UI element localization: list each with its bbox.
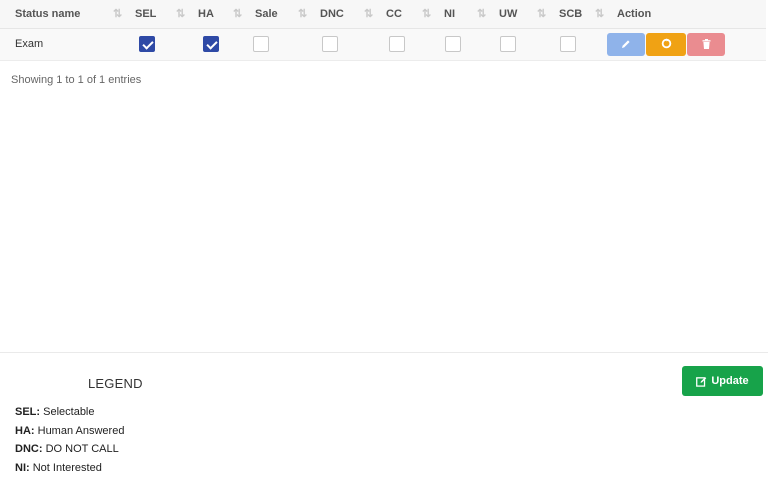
uw-checkbox[interactable] bbox=[500, 36, 516, 52]
table-info-text: Showing 1 to 1 of 1 entries bbox=[11, 74, 141, 86]
section-divider bbox=[0, 352, 768, 353]
column-header-action: ⇅ Action bbox=[595, 0, 766, 28]
update-button[interactable]: Update bbox=[682, 366, 763, 396]
table-header-row: Status name ⇅ SEL ⇅ HA ⇅ Sale ⇅ DNC ⇅ CC bbox=[0, 0, 766, 28]
column-header-label: SCB bbox=[559, 8, 582, 20]
column-header-sel[interactable]: ⇅ SEL bbox=[113, 0, 176, 28]
column-header-sale[interactable]: ⇅ Sale bbox=[233, 0, 298, 28]
pencil-icon bbox=[621, 39, 631, 49]
edit-icon bbox=[696, 376, 707, 387]
column-header-label: Status name bbox=[15, 8, 80, 20]
ni-checkbox[interactable] bbox=[445, 36, 461, 52]
column-header-ni[interactable]: ⇅ NI bbox=[422, 0, 477, 28]
column-header-label: Action bbox=[617, 8, 651, 20]
sale-cell bbox=[233, 28, 298, 60]
ha-cell bbox=[176, 28, 233, 60]
column-header-scb[interactable]: ⇅ SCB bbox=[537, 0, 595, 28]
legend-item: DNC: DO NOT CALL bbox=[15, 440, 124, 459]
sale-checkbox[interactable] bbox=[253, 36, 269, 52]
column-header-label: NI bbox=[444, 8, 455, 20]
sort-icon: ⇅ bbox=[298, 7, 312, 20]
edit-button[interactable] bbox=[607, 33, 645, 56]
sort-icon: ⇅ bbox=[595, 7, 609, 20]
recycle-icon bbox=[661, 38, 672, 49]
dnc-cell bbox=[298, 28, 364, 60]
scb-checkbox[interactable] bbox=[560, 36, 576, 52]
update-button-label: Update bbox=[711, 375, 748, 387]
legend-list: SEL: Selectable HA: Human Answered DNC: … bbox=[15, 403, 124, 477]
sort-icon: ⇅ bbox=[176, 7, 190, 20]
column-header-label: Sale bbox=[255, 8, 278, 20]
sort-icon: ⇅ bbox=[422, 7, 436, 20]
cc-checkbox[interactable] bbox=[389, 36, 405, 52]
column-header-label: HA bbox=[198, 8, 214, 20]
column-header-label: DNC bbox=[320, 8, 344, 20]
legend-item: HA: Human Answered bbox=[15, 422, 124, 441]
column-header-label: SEL bbox=[135, 8, 156, 20]
legend-item: NI: Not Interested bbox=[15, 459, 124, 477]
column-header-cc[interactable]: ⇅ CC bbox=[364, 0, 422, 28]
scb-cell bbox=[537, 28, 595, 60]
trash-icon bbox=[702, 39, 711, 49]
status-name-cell: Exam bbox=[0, 28, 113, 60]
dnc-checkbox[interactable] bbox=[322, 36, 338, 52]
column-header-status-name[interactable]: Status name bbox=[0, 0, 113, 28]
restore-button[interactable] bbox=[646, 33, 686, 56]
delete-button[interactable] bbox=[687, 33, 725, 56]
sel-checkbox[interactable] bbox=[139, 36, 155, 52]
cc-cell bbox=[364, 28, 422, 60]
legend-item: SEL: Selectable bbox=[15, 403, 124, 422]
ni-cell bbox=[422, 28, 477, 60]
sort-icon: ⇅ bbox=[364, 7, 378, 20]
sort-icon: ⇅ bbox=[113, 7, 127, 20]
legend-description: Human Answered bbox=[38, 425, 125, 437]
legend-code: HA: bbox=[15, 425, 35, 437]
legend-code: SEL: bbox=[15, 406, 40, 418]
column-header-dnc[interactable]: ⇅ DNC bbox=[298, 0, 364, 28]
column-header-label: UW bbox=[499, 8, 517, 20]
ha-checkbox[interactable] bbox=[203, 36, 219, 52]
legend-description: Selectable bbox=[43, 406, 94, 418]
sort-icon: ⇅ bbox=[477, 7, 491, 20]
table-row: Exam bbox=[0, 28, 766, 60]
action-cell bbox=[595, 28, 766, 60]
column-header-ha[interactable]: ⇅ HA bbox=[176, 0, 233, 28]
column-header-label: CC bbox=[386, 8, 402, 20]
legend-description: DO NOT CALL bbox=[46, 443, 119, 455]
legend-title: LEGEND bbox=[88, 376, 143, 391]
legend-description: Not Interested bbox=[33, 462, 102, 474]
sort-icon: ⇅ bbox=[233, 7, 247, 20]
status-table-container: Status name ⇅ SEL ⇅ HA ⇅ Sale ⇅ DNC ⇅ CC bbox=[0, 0, 768, 61]
sort-icon: ⇅ bbox=[537, 7, 551, 20]
uw-cell bbox=[477, 28, 537, 60]
status-table: Status name ⇅ SEL ⇅ HA ⇅ Sale ⇅ DNC ⇅ CC bbox=[0, 0, 766, 61]
column-header-uw[interactable]: ⇅ UW bbox=[477, 0, 537, 28]
legend-code: DNC: bbox=[15, 443, 43, 455]
sel-cell bbox=[113, 28, 176, 60]
legend-code: NI: bbox=[15, 462, 30, 474]
